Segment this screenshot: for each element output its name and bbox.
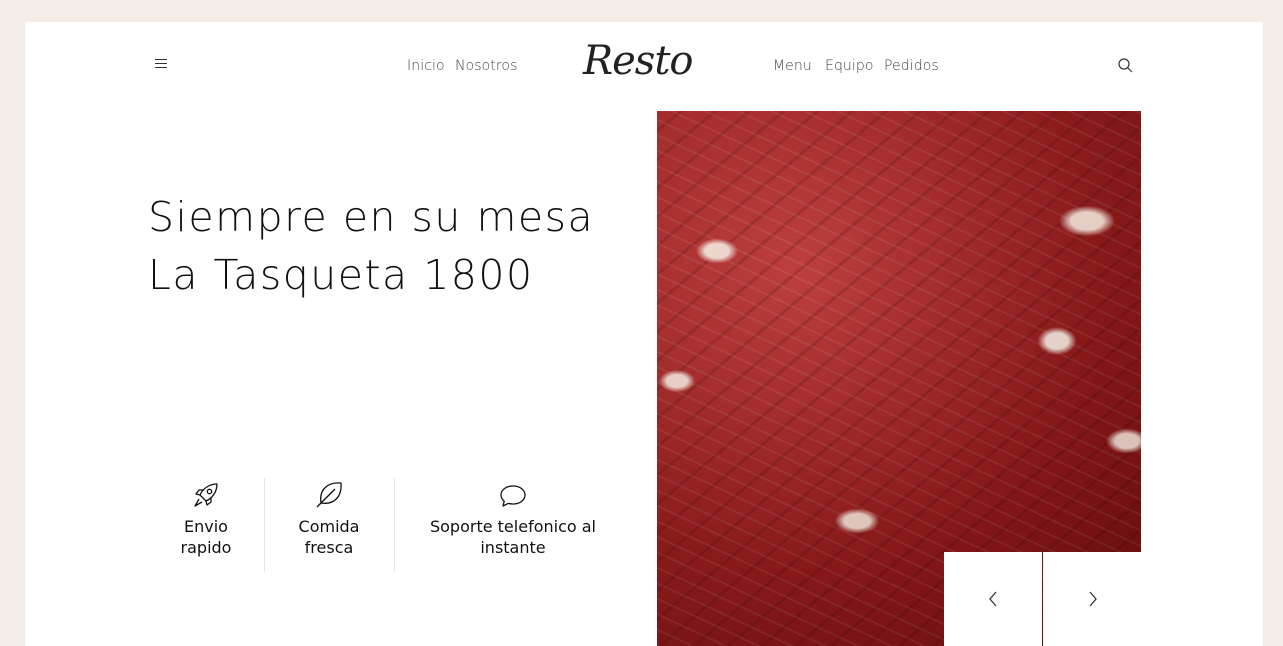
slider-prev-button[interactable] (944, 552, 1042, 646)
leaf-icon (279, 478, 379, 512)
feature-label-line-2: rapido (180, 538, 232, 557)
nav-link-equipo[interactable]: Equipo (825, 58, 874, 74)
feature-phone-support: Soporte telefonico al instante (415, 478, 611, 558)
search-icon[interactable] (1117, 57, 1135, 75)
feature-label-line-1: Comida (298, 517, 360, 536)
chevron-left-icon (989, 591, 997, 607)
feature-label: Soporte telefonico al instante (415, 516, 611, 558)
logo[interactable]: Resto (583, 38, 693, 84)
feature-fast-delivery: Envio rapido (161, 478, 251, 558)
feature-label-line-1: Envio (184, 517, 228, 536)
page-card: Inicio Nosotros Resto Menu Equipo Pedido… (25, 22, 1263, 646)
chevron-right-icon (1089, 591, 1097, 607)
feature-label-line-1: Soporte telefonico al (429, 517, 596, 536)
slider-next-button[interactable] (1043, 552, 1142, 646)
divider (264, 478, 265, 572)
nav-link-menu[interactable]: Menu (773, 58, 812, 74)
nav-link-nosotros[interactable]: Nosotros (455, 58, 518, 74)
hero-title: Siempre en su mesa La Tasqueta 1800 (148, 188, 594, 304)
divider (394, 478, 395, 572)
feature-label-line-2: instante (480, 538, 546, 557)
hamburger-menu-icon[interactable] (155, 59, 167, 69)
feature-label: Comida fresca (279, 516, 379, 558)
hero-title-line-2: La Tasqueta 1800 (148, 251, 534, 299)
feature-fresh-food: Comida fresca (279, 478, 379, 558)
hero-title-line-1: Siempre en su mesa (148, 193, 595, 241)
rocket-icon (161, 478, 251, 512)
feature-label: Envio rapido (161, 516, 251, 558)
feature-label-line-2: fresca (304, 538, 354, 557)
nav-link-inicio[interactable]: Inicio (407, 58, 445, 74)
nav-link-pedidos[interactable]: Pedidos (884, 58, 939, 74)
chat-bubble-icon (415, 478, 611, 512)
